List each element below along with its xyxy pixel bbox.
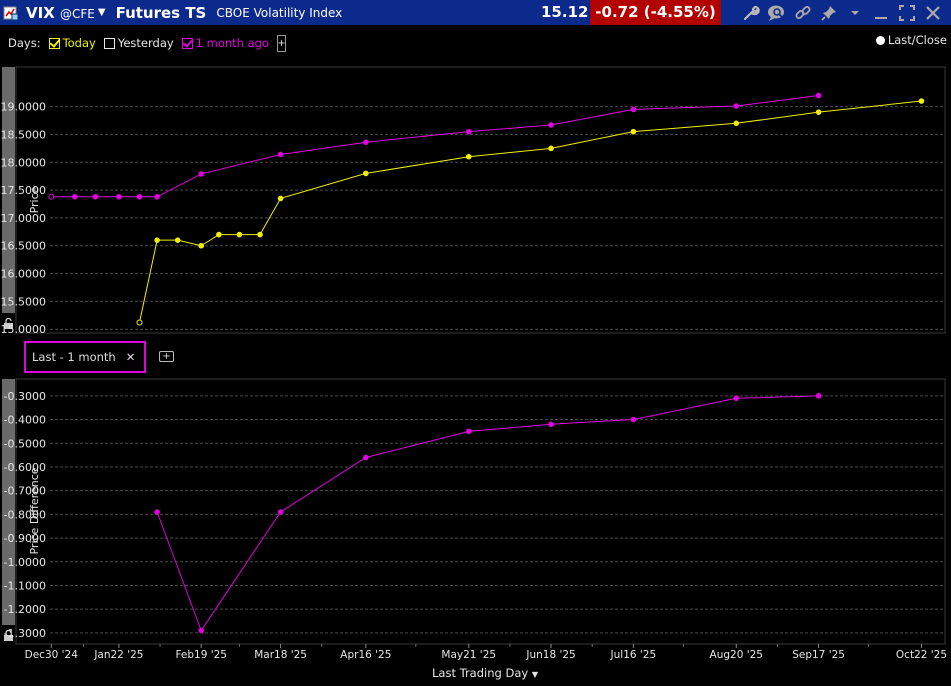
today-point (733, 120, 740, 127)
difference-tick-label: -1.2000 (4, 603, 46, 616)
one-month-ago-point (630, 106, 637, 113)
difference-tick-label: -0.3000 (4, 390, 46, 403)
today-point (257, 231, 263, 238)
dropdown-arrow-icon[interactable]: ▼ (532, 670, 538, 679)
today-point (236, 231, 243, 238)
difference-tick-label: -1.1000 (4, 579, 46, 592)
one-month-ago-point (48, 193, 55, 200)
difference-tick-label: -0.4000 (4, 414, 46, 427)
today-point (174, 237, 181, 243)
today-point (465, 153, 472, 160)
difference-tick-label: -1.0000 (4, 556, 46, 569)
today-point (216, 231, 222, 238)
one-month-ago-point (116, 193, 122, 200)
price-y-axis: 15.000015.500016.000016.500017.000017.50… (1, 101, 47, 337)
x-tick-label: Jun18 '25 (525, 649, 575, 661)
x-tick-label: May21 '25 (441, 649, 496, 661)
x-axis-title[interactable]: Last Trading Day ▼ (0, 666, 951, 680)
price-tick-label: 16.0000 (1, 268, 47, 281)
difference-tab[interactable]: Last - 1 month ✕ (24, 341, 146, 373)
today-point (918, 98, 925, 104)
one-month-ago-point (363, 139, 369, 146)
one-month-ago-point (198, 171, 205, 177)
today-point (548, 145, 554, 152)
one-month-ago-point (465, 128, 472, 135)
x-tick-label: Jul16 '25 (610, 649, 657, 661)
today-point (136, 319, 143, 326)
one-month-ago-point (71, 193, 78, 200)
difference-tab-label: Last - 1 month (32, 350, 116, 364)
one-month-ago-point (277, 151, 284, 158)
last-minus-1-month-point (277, 509, 284, 515)
one-month-ago-point (136, 193, 143, 200)
price-tick-label: 18.5000 (1, 128, 47, 141)
last-minus-1-month-point (548, 421, 554, 428)
last-minus-1-month-point (198, 627, 205, 634)
price-tick-label: 15.0000 (1, 323, 47, 336)
today-point (363, 170, 369, 177)
x-tick-label: Feb19 '25 (175, 649, 227, 661)
price-axis-label: Price (28, 186, 41, 213)
today-point (154, 237, 160, 243)
price-tick-label: 16.5000 (1, 240, 47, 253)
difference-axis-label: Price Difference (28, 467, 41, 554)
today-point (198, 242, 205, 249)
last-minus-1-month-point (815, 393, 822, 399)
close-tab-icon[interactable]: ✕ (126, 350, 136, 364)
x-tick-label: Mar18 '25 (254, 649, 307, 661)
x-axis: Dec30 '24 Jan22 '25 Feb19 '25 Mar18 '25 Apr1… (25, 644, 947, 661)
add-difference-button[interactable]: + (159, 351, 174, 362)
one-month-ago-point (733, 103, 740, 109)
x-tick-label: Dec30 '24 (25, 649, 79, 661)
price-tick-label: 18.0000 (1, 156, 47, 169)
today-point (630, 128, 637, 135)
one-month-ago-point (815, 92, 822, 99)
one-month-ago-point (154, 193, 160, 200)
x-tick-label: Oct22 '25 (896, 649, 947, 661)
price-tick-label: 19.0000 (1, 101, 47, 114)
last-minus-1-month-point (154, 509, 160, 515)
x-tick-label: Sep17 '25 (792, 649, 845, 661)
difference-tick-label: -0.5000 (4, 437, 46, 450)
x-tick-label: Aug20 '25 (710, 649, 763, 661)
last-minus-1-month-point (465, 428, 472, 435)
x-tick-label: Apr16 '25 (340, 649, 391, 661)
x-tick-label: Jan22 '25 (93, 649, 143, 661)
today-point (815, 109, 822, 115)
one-month-ago-point (548, 122, 554, 128)
price-tick-label: 15.5000 (1, 295, 47, 308)
last-minus-1-month-point (733, 395, 740, 402)
last-minus-1-month-point (363, 454, 369, 461)
today-point (277, 195, 284, 202)
difference-tick-label: -1.3000 (4, 627, 46, 640)
last-minus-1-month-point (630, 416, 637, 423)
one-month-ago-point (92, 193, 99, 200)
